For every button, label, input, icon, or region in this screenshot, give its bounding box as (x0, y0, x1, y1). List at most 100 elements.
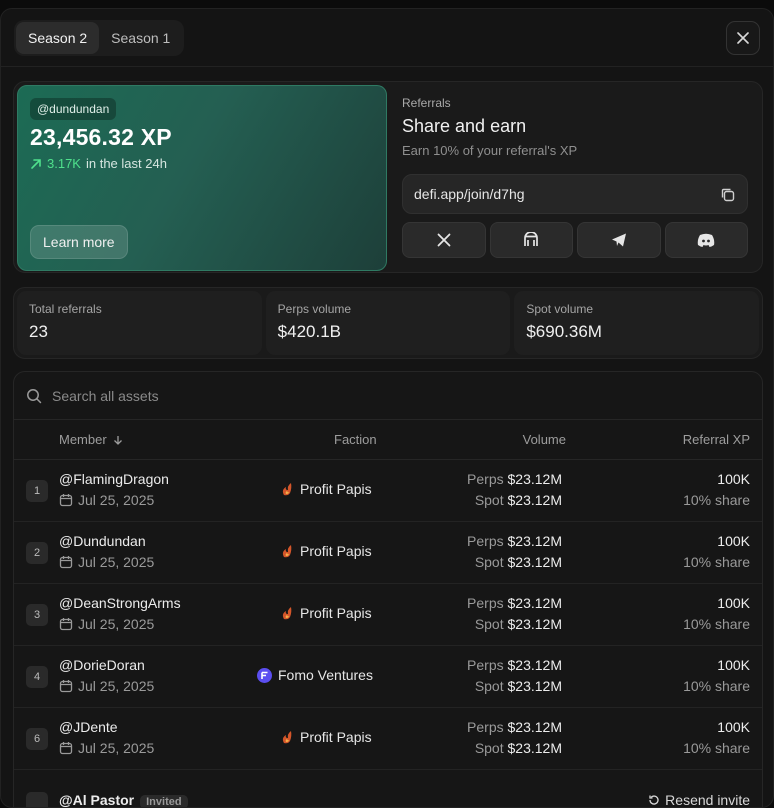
faction: Profit Papis (280, 729, 372, 745)
share-x-button[interactable] (402, 222, 486, 258)
member-handle[interactable]: @DorieDoran (59, 657, 145, 673)
referrals-label: Referrals (402, 96, 451, 110)
referral-xp-value: 100K (717, 657, 750, 673)
share-discord-button[interactable] (664, 222, 748, 258)
resend-invite-button[interactable]: Resend invite (648, 792, 750, 808)
close-icon (737, 32, 749, 44)
x-icon (437, 233, 451, 247)
join-date: Jul 25, 2025 (59, 616, 154, 632)
referrals-panel: Referrals Share and earn Earn 10% of you… (390, 82, 762, 272)
perps-value: $23.12M (507, 595, 562, 611)
tab-season-2[interactable]: Season 2 (16, 22, 100, 54)
share-telegram-button[interactable] (577, 222, 661, 258)
column-referral-xp[interactable]: Referral XP (683, 432, 750, 447)
faction-name: Profit Papis (300, 605, 372, 621)
xp-change-value: 3.17K (47, 156, 81, 171)
flame-icon (282, 483, 292, 496)
table-row[interactable]: 2 @Dundundan Jul 25, 2025 Profit Papis P… (14, 522, 762, 584)
join-date: Jul 25, 2025 (59, 740, 154, 756)
member-handle[interactable]: @DeanStrongArms (59, 595, 181, 611)
faction: Profit Papis (280, 543, 372, 559)
column-member-label: Member (59, 432, 107, 447)
stat-label: Perps volume (277, 302, 352, 316)
refresh-icon (649, 795, 659, 805)
spot-volume: Spot $23.12M (475, 492, 562, 508)
spot-key: Spot (474, 554, 504, 570)
referral-xp-value: 100K (717, 471, 750, 487)
spot-key: Spot (474, 740, 504, 756)
referral-share: 10% share (683, 678, 750, 694)
table-row[interactable]: 1 @FlamingDragon Jul 25, 2025 Profit Pap… (14, 460, 762, 522)
rank-badge: 4 (26, 666, 48, 688)
stat-value: 23 (29, 322, 48, 341)
table-row[interactable]: 4 @DorieDoran Jul 25, 2025 Fomo Ventures… (14, 646, 762, 708)
arrow-down-icon (113, 435, 122, 445)
xp-change: 3.17K in the last 24h (30, 156, 167, 171)
invited-member-name: @Al Pastor (59, 792, 135, 808)
copy-icon[interactable] (719, 186, 737, 204)
join-date-text: Jul 25, 2025 (78, 616, 155, 632)
member-handle[interactable]: @Dundundan (59, 533, 146, 549)
calendar-icon (59, 618, 73, 631)
season-tabs: Season 2 Season 1 (14, 20, 185, 56)
table-row-invited: @Al Pastor Invited Resend invite (14, 770, 762, 808)
calendar-icon (59, 680, 73, 693)
spot-key: Spot (474, 678, 504, 694)
column-faction[interactable]: Faction (334, 432, 377, 447)
spot-volume: Spot $23.12M (475, 616, 562, 632)
stat-perps-volume: Perps volume $420.1B (265, 291, 511, 355)
discord-icon (698, 233, 715, 247)
close-button[interactable] (726, 21, 760, 55)
tab-season-1[interactable]: Season 1 (99, 22, 182, 54)
member-handle[interactable]: @FlamingDragon (59, 471, 169, 487)
stat-label: Total referrals (29, 302, 102, 316)
stat-total-referrals: Total referrals 23 (17, 291, 262, 355)
telegram-icon (611, 233, 626, 247)
calendar-icon (59, 494, 73, 507)
table-row[interactable]: 3 @DeanStrongArms Jul 25, 2025 Profit Pa… (14, 584, 762, 646)
table-header: Member Faction Volume Referral XP (14, 420, 762, 460)
referral-share: 10% share (683, 492, 750, 508)
rank-badge: 3 (26, 604, 48, 626)
spot-volume: Spot $23.12M (475, 554, 562, 570)
rank-badge: 2 (26, 542, 48, 564)
faction: Profit Papis (280, 481, 372, 497)
spot-volume: Spot $23.12M (475, 678, 562, 694)
calendar-icon (59, 742, 73, 755)
spot-value: $23.12M (507, 492, 562, 508)
stat-spot-volume: Spot volume $690.36M (514, 291, 760, 355)
spot-value: $23.12M (507, 740, 562, 756)
resend-invite-label: Resend invite (665, 792, 750, 808)
join-date-text: Jul 25, 2025 (78, 492, 155, 508)
faction-name: Profit Papis (300, 481, 372, 497)
share-gateway-button[interactable] (489, 222, 573, 258)
referrals-modal: Season 2 Season 1 @dundundan 23,456.32 X… (0, 8, 774, 808)
perps-value: $23.12M (507, 657, 562, 673)
xp-change-period: in the last 24h (85, 156, 167, 171)
table-row[interactable]: 6 @JDente Jul 25, 2025 Profit Papis Perp… (14, 708, 762, 770)
join-date: Jul 25, 2025 (59, 492, 154, 508)
flame-icon (282, 607, 292, 620)
column-member[interactable]: Member (59, 432, 123, 447)
member-handle[interactable]: @JDente (59, 719, 118, 735)
faction: Fomo Ventures (257, 667, 373, 683)
column-volume[interactable]: Volume (523, 432, 566, 447)
stat-value: $420.1B (277, 322, 342, 341)
learn-more-button[interactable]: Learn more (30, 225, 128, 259)
spot-key: Spot (474, 492, 504, 508)
faction: Profit Papis (280, 605, 372, 621)
search-icon (27, 388, 42, 403)
rank-badge (26, 792, 48, 807)
flame-icon (282, 731, 292, 744)
perps-volume: Perps $23.12M (467, 533, 562, 549)
perps-volume: Perps $23.12M (467, 657, 562, 673)
modal-header: Season 2 Season 1 (1, 9, 773, 67)
xp-total: 23,456.32 XP (30, 124, 172, 150)
referral-xp-value: 100K (717, 719, 750, 735)
join-date-text: Jul 25, 2025 (78, 678, 155, 694)
perps-value: $23.12M (507, 719, 562, 735)
search-input[interactable] (52, 387, 552, 404)
rank-badge: 1 (26, 480, 48, 502)
search-bar (14, 372, 762, 420)
referral-link-field[interactable]: defi.app/join/d7hg (402, 174, 748, 214)
